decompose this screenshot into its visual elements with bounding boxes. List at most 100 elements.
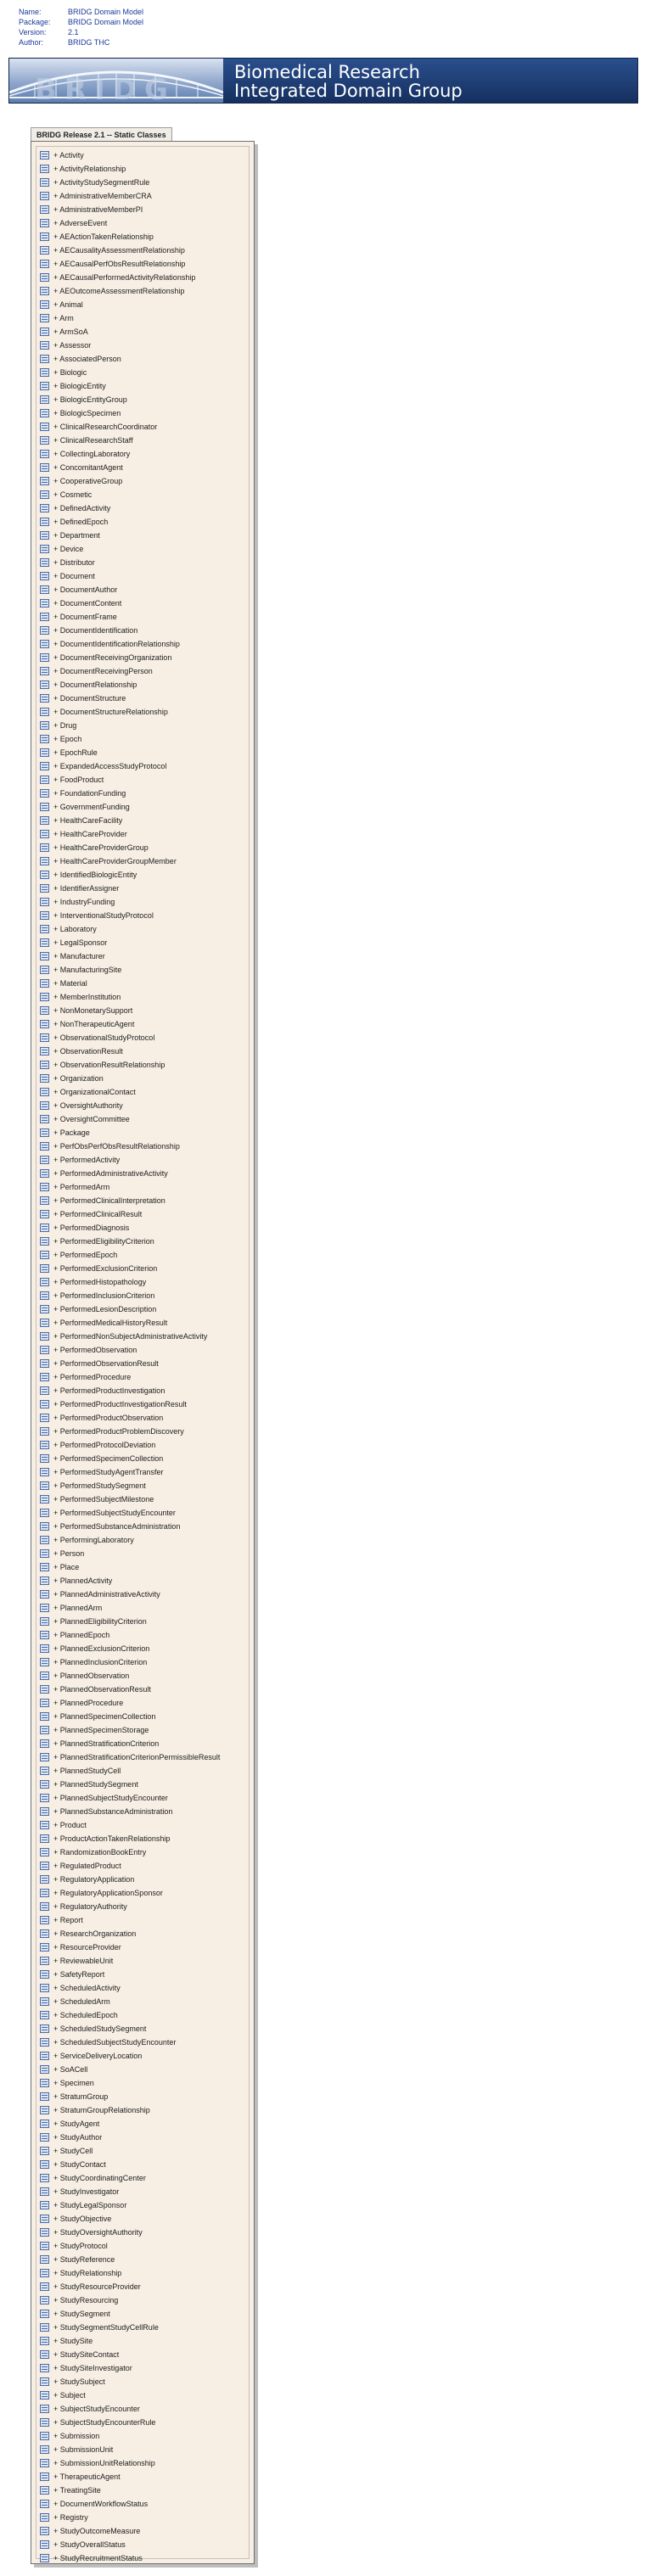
class-item[interactable]: + DocumentContent (40, 596, 220, 610)
class-item[interactable]: + ScheduledSubjectStudyEncounter (40, 2036, 220, 2049)
class-item[interactable]: + Assessor (40, 339, 220, 352)
class-item[interactable]: + PerformedProductInvestigation (40, 1384, 220, 1397)
class-item[interactable]: + ServiceDeliveryLocation (40, 2049, 220, 2063)
class-item[interactable]: + OversightCommittee (40, 1112, 220, 1126)
class-item[interactable]: + PerformedMedicalHistoryResult (40, 1316, 220, 1330)
class-item[interactable]: + StudySegment (40, 2307, 220, 2321)
class-item[interactable]: + Place (40, 1560, 220, 1574)
class-item[interactable]: + DocumentAuthor (40, 583, 220, 596)
class-item[interactable]: + PerformedObservation (40, 1343, 220, 1357)
class-item[interactable]: + PerformedSpecimenCollection (40, 1452, 220, 1465)
class-item[interactable]: + LegalSponsor (40, 936, 220, 949)
class-item[interactable]: + PerformedEligibilityCriterion (40, 1235, 220, 1248)
class-item[interactable]: + ClinicalResearchCoordinator (40, 420, 220, 434)
class-item[interactable]: + StudyProtocol (40, 2239, 220, 2253)
class-item[interactable]: + TreatingSite (40, 2484, 220, 2497)
tab-static-classes[interactable]: BRIDG Release 2.1 -- Static Classes (31, 127, 172, 142)
class-item[interactable]: + PerformedProductInvestigationResult (40, 1397, 220, 1411)
class-item[interactable]: + PlannedStudyCell (40, 1764, 220, 1778)
class-item[interactable]: + Specimen (40, 2076, 220, 2090)
class-item[interactable]: + PerformingLaboratory (40, 1533, 220, 1547)
class-item[interactable]: + ActivityRelationship (40, 162, 220, 176)
class-item[interactable]: + AECausalPerformedActivityRelationship (40, 271, 220, 284)
class-item[interactable]: + PerformedStudySegment (40, 1479, 220, 1492)
class-item[interactable]: + Organization (40, 1072, 220, 1085)
class-item[interactable]: + DocumentWorkflowStatus (40, 2497, 220, 2511)
class-item[interactable]: + ConcomitantAgent (40, 461, 220, 474)
class-item[interactable]: + PlannedStudySegment (40, 1778, 220, 1791)
class-item[interactable]: + StudyContact (40, 2158, 220, 2171)
class-item[interactable]: + DocumentRelationship (40, 678, 220, 692)
class-item[interactable]: + NonMonetarySupport (40, 1004, 220, 1017)
class-item[interactable]: + Biologic (40, 366, 220, 379)
class-item[interactable]: + SoACell (40, 2063, 220, 2076)
class-item[interactable]: + ManufacturingSite (40, 963, 220, 977)
class-item[interactable]: + Package (40, 1126, 220, 1140)
class-item[interactable]: + SubjectStudyEncounter (40, 2402, 220, 2416)
class-item[interactable]: + PerformedActivity (40, 1153, 220, 1167)
class-item[interactable]: + SubmissionUnit (40, 2443, 220, 2456)
class-item[interactable]: + StudyResourcing (40, 2293, 220, 2307)
class-item[interactable]: + StratumGroup (40, 2090, 220, 2103)
class-item[interactable]: + StudyOutcomeMeasure (40, 2524, 220, 2538)
class-item[interactable]: + ProductActionTakenRelationship (40, 1832, 220, 1845)
class-item[interactable]: + PlannedExclusionCriterion (40, 1642, 220, 1655)
class-item[interactable]: + DocumentIdentificationRelationship (40, 637, 220, 651)
class-item[interactable]: + FoodProduct (40, 773, 220, 787)
class-item[interactable]: + StudyObjective (40, 2212, 220, 2226)
class-item[interactable]: + PerformedArm (40, 1180, 220, 1194)
class-item[interactable]: + PerformedAdministrativeActivity (40, 1167, 220, 1180)
class-item[interactable]: + RegulatoryApplicationSponsor (40, 1886, 220, 1900)
class-item[interactable]: + BiologicEntity (40, 379, 220, 393)
class-item[interactable]: + DocumentReceivingPerson (40, 664, 220, 678)
class-item[interactable]: + ActivityStudySegmentRule (40, 176, 220, 189)
class-item[interactable]: + TherapeuticAgent (40, 2470, 220, 2484)
class-item[interactable]: + Manufacturer (40, 949, 220, 963)
class-item[interactable]: + IndustryFunding (40, 895, 220, 909)
class-item[interactable]: + SafetyReport (40, 1968, 220, 1981)
class-item[interactable]: + Material (40, 977, 220, 990)
class-item[interactable]: + PerformedProductObservation (40, 1411, 220, 1425)
class-item[interactable]: + ScheduledStudySegment (40, 2022, 220, 2036)
class-item[interactable]: + HealthCareProviderGroupMember (40, 854, 220, 868)
class-item[interactable]: + StudyRecruitmentStatus (40, 2551, 220, 2565)
class-item[interactable]: + PerformedNonSubjectAdministrativeActiv… (40, 1330, 220, 1343)
class-item[interactable]: + PerformedLesionDescription (40, 1302, 220, 1316)
class-item[interactable]: + FoundationFunding (40, 787, 220, 800)
class-item[interactable]: + StudySiteInvestigator (40, 2361, 220, 2375)
class-item[interactable]: + AECausalPerfObsResultRelationship (40, 257, 220, 271)
class-item[interactable]: + Drug (40, 719, 220, 732)
class-item[interactable]: + Animal (40, 298, 220, 311)
class-item[interactable]: + Person (40, 1547, 220, 1560)
class-item[interactable]: + ObservationalStudyProtocol (40, 1031, 220, 1044)
class-item[interactable]: + IdentifiedBiologicEntity (40, 868, 220, 882)
class-item[interactable]: + StudyRelationship (40, 2266, 220, 2280)
class-item[interactable]: + StudyAgent (40, 2117, 220, 2131)
class-item[interactable]: + DocumentIdentification (40, 624, 220, 637)
class-item[interactable]: + DefinedActivity (40, 501, 220, 515)
class-item[interactable]: + PerformedStudyAgentTransfer (40, 1465, 220, 1479)
class-item[interactable]: + PerformedProductProblemDiscovery (40, 1425, 220, 1438)
class-item[interactable]: + OrganizationalContact (40, 1085, 220, 1099)
class-item[interactable]: + ScheduledArm (40, 1995, 220, 2008)
class-item[interactable]: + InterventionalStudyProtocol (40, 909, 220, 922)
class-item[interactable]: + Department (40, 529, 220, 542)
class-item[interactable]: + HealthCareFacility (40, 814, 220, 827)
class-item[interactable]: + PerformedObservationResult (40, 1357, 220, 1370)
class-item[interactable]: + PlannedSpecimenStorage (40, 1723, 220, 1737)
class-item[interactable]: + Report (40, 1913, 220, 1927)
class-item[interactable]: + RandomizationBookEntry (40, 1845, 220, 1859)
class-item[interactable]: + PerformedDiagnosis (40, 1221, 220, 1235)
class-item[interactable]: + PerformedExclusionCriterion (40, 1262, 220, 1275)
class-item[interactable]: + PerformedSubjectMilestone (40, 1492, 220, 1506)
class-item[interactable]: + StudyReference (40, 2253, 220, 2266)
class-item[interactable]: + PlannedSpecimenCollection (40, 1710, 220, 1723)
class-item[interactable]: + StudySiteContact (40, 2348, 220, 2361)
class-item[interactable]: + Epoch (40, 732, 220, 746)
class-item[interactable]: + EpochRule (40, 746, 220, 759)
class-item[interactable]: + NonTherapeuticAgent (40, 1017, 220, 1031)
class-item[interactable]: + Submission (40, 2429, 220, 2443)
class-item[interactable]: + Document (40, 569, 220, 583)
class-item[interactable]: + StudyOversightAuthority (40, 2226, 220, 2239)
class-item[interactable]: + ClinicalResearchStaff (40, 434, 220, 447)
